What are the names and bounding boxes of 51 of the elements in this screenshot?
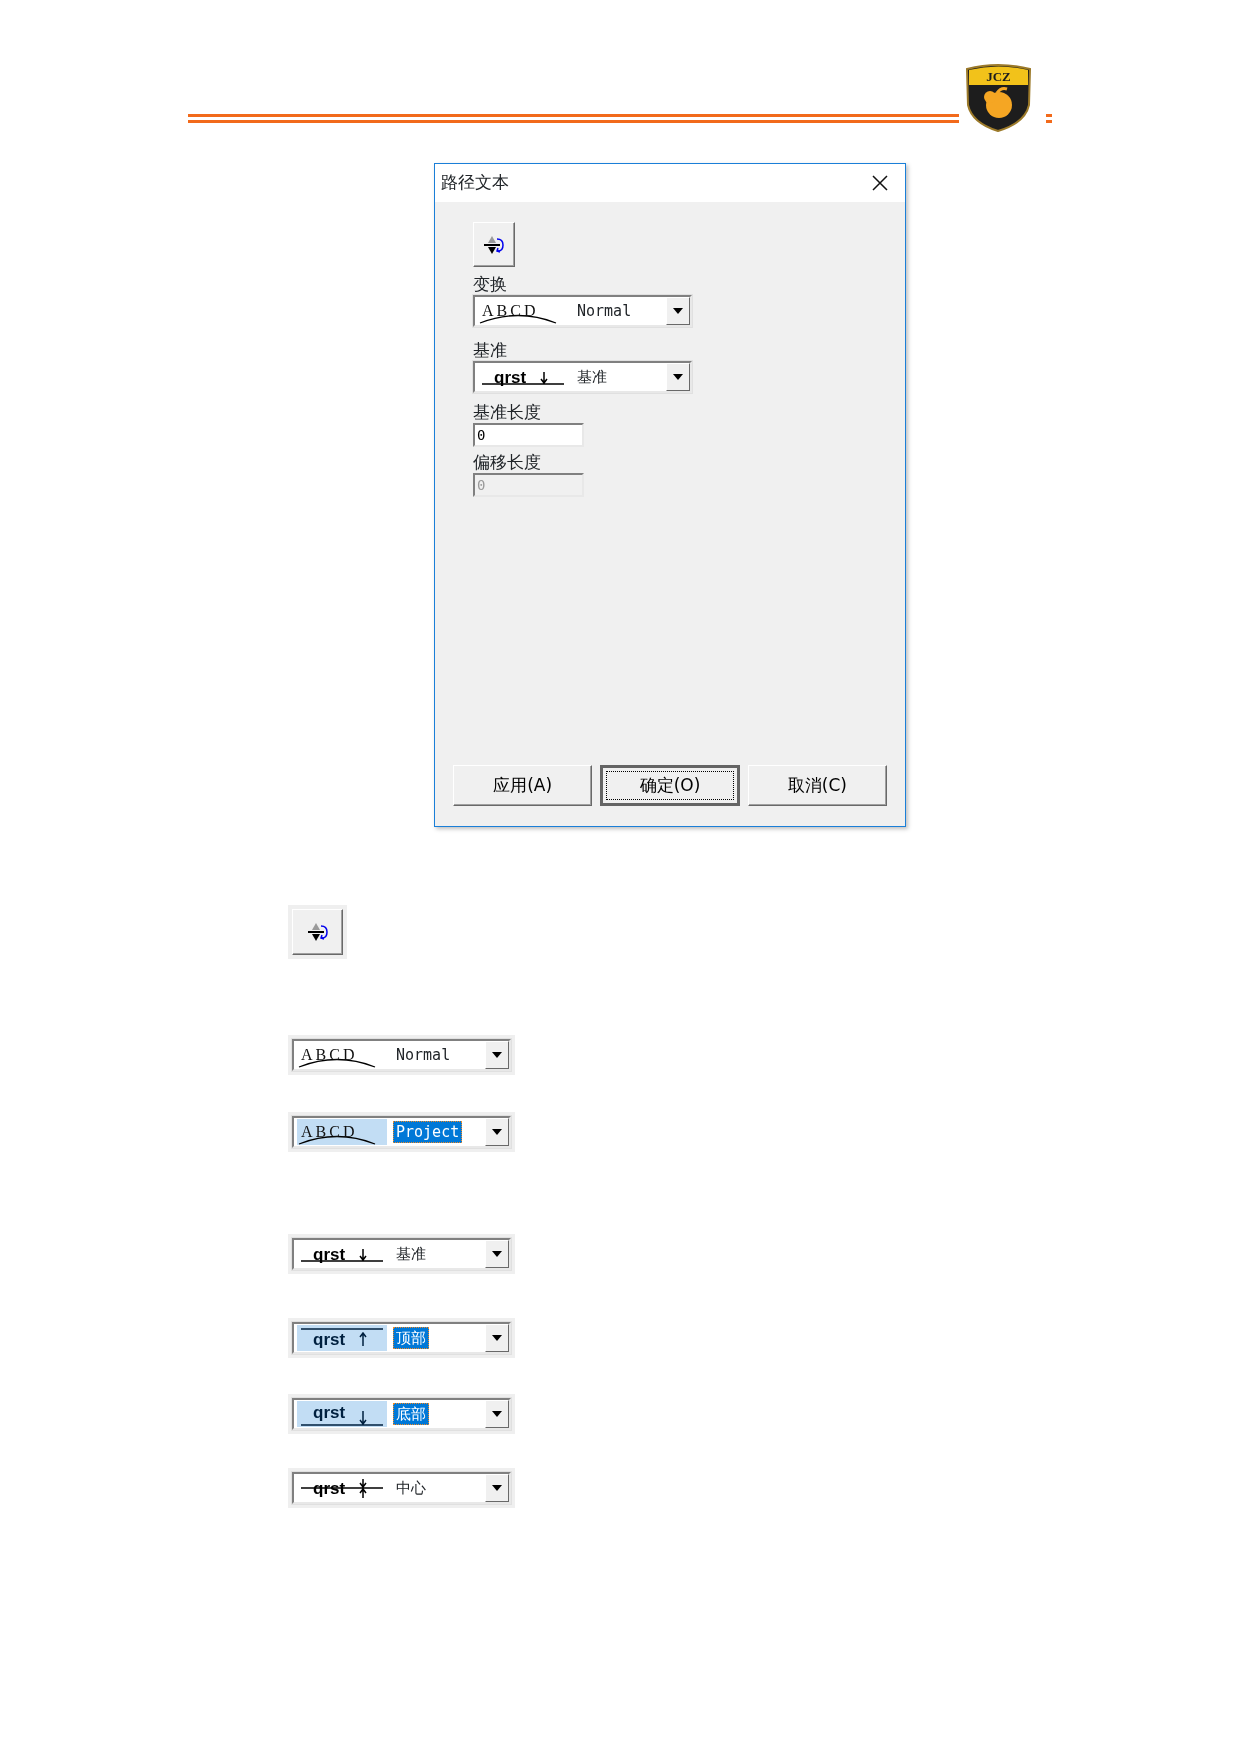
dropdown-field[interactable]: ABCD Project — [292, 1116, 511, 1148]
dropdown-field[interactable]: qrst 基准 — [292, 1238, 511, 1270]
caret-icon — [492, 1335, 502, 1341]
field-label: 基准 — [473, 339, 508, 361]
selected-value: 底部 — [393, 1403, 429, 1425]
dropdown-button[interactable] — [485, 1400, 509, 1428]
dialog-button[interactable]: 取消(C) — [747, 765, 887, 806]
dropdown-field[interactable]: qrst 基准 — [473, 361, 692, 393]
field-label: 变换 — [473, 273, 508, 295]
dropdown-button[interactable] — [485, 1324, 509, 1352]
dropdown-button[interactable] — [485, 1118, 509, 1146]
window-title: 路径文本 — [440, 171, 509, 195]
sample-text: ABCD — [482, 302, 539, 319]
caret-icon — [673, 308, 683, 314]
selected-value: 基准 — [576, 367, 608, 388]
field-label: 偏移长度 — [473, 451, 542, 473]
dropdown-button[interactable] — [485, 1041, 509, 1069]
caret-icon — [673, 374, 683, 380]
selected-value: 基准 — [395, 1244, 427, 1265]
tool-button[interactable] — [473, 222, 515, 267]
logo-text: JCZ — [986, 69, 1011, 84]
caret-icon — [492, 1251, 502, 1257]
dropdown-field[interactable]: ABCD Normal — [292, 1039, 511, 1071]
dropdown-button[interactable] — [666, 363, 690, 391]
dropdown-field[interactable]: ABCD Normal — [473, 295, 692, 327]
caret-icon — [492, 1411, 502, 1417]
caret-icon — [492, 1129, 502, 1135]
dialog-button[interactable]: 确定(O) — [600, 765, 740, 806]
caret-icon — [492, 1052, 502, 1058]
selected-value: 中心 — [395, 1478, 427, 1499]
input-field[interactable]: 0 — [473, 423, 584, 447]
dropdown-button[interactable] — [485, 1240, 509, 1268]
shield-logo — [966, 64, 1031, 132]
dropdown-field[interactable]: qrst 顶部 — [292, 1322, 511, 1354]
dialog-button[interactable]: 应用(A) — [453, 765, 593, 806]
dropdown-button[interactable] — [485, 1474, 509, 1502]
field-label: 基准长度 — [473, 401, 542, 423]
selected-value: Normal — [576, 301, 633, 322]
sample-text: qrst — [494, 368, 527, 387]
sample-text: ABCD — [301, 1046, 358, 1063]
selected-value: Project — [393, 1121, 463, 1143]
sample-text: qrst — [313, 1330, 346, 1349]
close-icon[interactable] — [871, 174, 889, 192]
dropdown-field[interactable]: qrst 底部 — [292, 1398, 511, 1430]
caret-icon — [492, 1485, 502, 1491]
dropdown-button[interactable] — [666, 297, 690, 325]
sample-text: qrst — [313, 1403, 346, 1422]
selected-value: 顶部 — [393, 1327, 429, 1349]
selected-value: Normal — [395, 1045, 452, 1066]
sample-text: qrst — [313, 1245, 346, 1264]
sample-text: ABCD — [301, 1123, 358, 1140]
